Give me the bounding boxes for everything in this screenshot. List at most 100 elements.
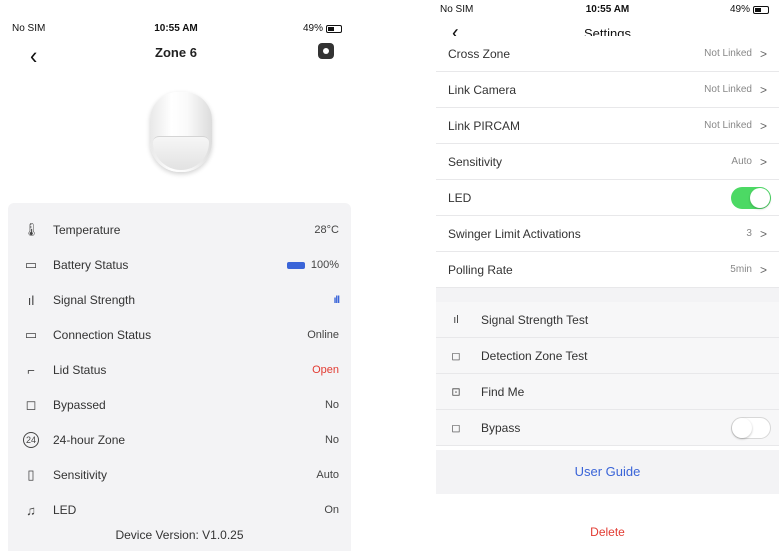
info-value: 28°C bbox=[314, 224, 339, 236]
signal-icon: ıl bbox=[27, 292, 35, 308]
setting-label: Link Camera bbox=[448, 82, 517, 97]
settings-gear-icon[interactable] bbox=[318, 43, 334, 59]
info-value: Auto bbox=[316, 469, 339, 481]
toggle-knob bbox=[750, 187, 770, 208]
setting-value: Not Linked > bbox=[704, 47, 767, 61]
monitor-icon: ▭ bbox=[24, 327, 38, 342]
bypass-icon: ◻ bbox=[451, 422, 461, 434]
setting-value-text: Not Linked bbox=[704, 84, 752, 95]
info-label: 24-hour Zone bbox=[53, 433, 126, 447]
clock-text: 10:55 AM bbox=[585, 4, 630, 15]
setting-link-pircam[interactable]: Link PIRCAM Not Linked > bbox=[436, 108, 779, 144]
section-divider bbox=[436, 288, 779, 302]
led-icon: ♫ bbox=[26, 502, 36, 518]
device-version: Device Version: V1.0.25 bbox=[115, 528, 244, 542]
clock-text: 10:55 AM bbox=[154, 23, 198, 34]
status-bar: No SIM 10:55 AM 49% bbox=[436, 0, 779, 20]
setting-value-text: Auto bbox=[731, 156, 752, 167]
signal-bars-icon: ıll bbox=[333, 294, 340, 306]
tool-bypass: ◻ Bypass bbox=[436, 410, 779, 446]
setting-label: Link PIRCAM bbox=[448, 118, 521, 133]
user-guide-link[interactable]: User Guide bbox=[436, 450, 779, 494]
info-label: Sensitivity bbox=[53, 468, 108, 482]
signal-bars: ıll bbox=[333, 294, 340, 306]
bypass-toggle[interactable] bbox=[731, 416, 771, 439]
setting-value: Not Linked > bbox=[704, 119, 767, 133]
motion-sensor-image bbox=[150, 92, 212, 174]
lid-icon: ⌐ bbox=[27, 362, 35, 378]
chevron-right-icon: > bbox=[759, 118, 767, 133]
info-row-battery: ▭ Battery Status 100% bbox=[8, 248, 351, 282]
battery-level-bar bbox=[286, 261, 305, 269]
setting-swinger-limit[interactable]: Swinger Limit Activations 3 > bbox=[436, 216, 779, 252]
setting-polling-rate[interactable]: Polling Rate 5min > bbox=[436, 252, 779, 288]
battery-percent: 49% bbox=[729, 4, 750, 15]
thermometer-icon: 🌡 bbox=[23, 222, 40, 237]
info-label: Bypassed bbox=[53, 398, 106, 412]
tool-label: Detection Zone Test bbox=[481, 348, 588, 363]
tool-signal-strength-test[interactable]: ıl Signal Strength Test bbox=[436, 302, 779, 338]
setting-value-text: Not Linked bbox=[704, 48, 752, 59]
tool-detection-zone-test[interactable]: ◻ Detection Zone Test bbox=[436, 338, 779, 374]
bypass-icon: ◻ bbox=[25, 397, 37, 412]
info-label: Signal Strength bbox=[53, 293, 136, 307]
setting-value-text: Not Linked bbox=[704, 120, 752, 131]
info-row-bypassed: ◻ Bypassed No bbox=[8, 388, 351, 422]
setting-label: Swinger Limit Activations bbox=[448, 226, 581, 241]
chevron-right-icon: > bbox=[759, 46, 767, 61]
setting-value: Not Linked > bbox=[704, 83, 767, 97]
status-bar: No SIM 10:55 AM 49% bbox=[0, 0, 352, 34]
setting-value-text: 5min bbox=[730, 264, 752, 275]
sensitivity-icon: ▯ bbox=[27, 467, 35, 482]
tool-label: Signal Strength Test bbox=[481, 312, 589, 327]
find-me-icon: ⊡ bbox=[451, 386, 461, 398]
info-label: Temperature bbox=[53, 223, 121, 237]
info-row-connection: ▭ Connection Status Online bbox=[8, 318, 351, 352]
info-row-24-hour: 24 24-hour Zone No bbox=[8, 423, 351, 457]
tool-label: Find Me bbox=[481, 384, 525, 399]
info-value-alert: Open bbox=[312, 364, 339, 376]
toggle-knob bbox=[732, 417, 752, 438]
battery-indicator: 49% bbox=[303, 23, 342, 34]
setting-link-camera[interactable]: Link Camera Not Linked > bbox=[436, 72, 779, 108]
info-label: Connection Status bbox=[53, 328, 152, 342]
chevron-right-icon: > bbox=[759, 262, 767, 277]
info-label: LED bbox=[53, 503, 77, 517]
setting-cross-zone[interactable]: Cross Zone Not Linked > bbox=[436, 36, 779, 72]
info-value-battery: 100% bbox=[286, 259, 339, 271]
info-row-temperature: 🌡 Temperature 28°C bbox=[8, 213, 351, 247]
info-label: Battery Status bbox=[53, 258, 129, 272]
info-row-sensitivity: ▯ Sensitivity Auto bbox=[8, 458, 351, 492]
tool-find-me[interactable]: ⊡ Find Me bbox=[436, 374, 779, 410]
setting-label: Polling Rate bbox=[448, 262, 513, 277]
chevron-right-icon: > bbox=[759, 82, 767, 97]
battery-level-text: 100% bbox=[310, 259, 339, 271]
info-row-lid: ⌐ Lid Status Open bbox=[8, 353, 351, 387]
battery-percent: 49% bbox=[302, 23, 323, 34]
nav-bar: ‹ Zone 6 bbox=[0, 38, 352, 69]
info-row-led: ♫ LED On bbox=[8, 493, 351, 527]
setting-label: LED bbox=[448, 190, 472, 205]
page-title: Zone 6 bbox=[155, 45, 197, 60]
setting-sensitivity[interactable]: Sensitivity Auto > bbox=[436, 144, 779, 180]
setting-label: Cross Zone bbox=[448, 46, 511, 61]
info-value: No bbox=[324, 434, 339, 446]
info-row-signal: ıl Signal Strength ıll bbox=[8, 283, 351, 317]
device-detail-screen: No SIM 10:55 AM 49% ‹ Zone 6 🌡 Temperatu… bbox=[0, 0, 352, 551]
battery-indicator: 49% bbox=[730, 4, 769, 15]
detection-zone-icon: ◻ bbox=[451, 350, 461, 362]
settings-screen: No SIM 10:55 AM 49% ‹ Settings Cross Zon… bbox=[436, 0, 779, 551]
setting-value-text: 3 bbox=[746, 228, 752, 239]
info-value: No bbox=[324, 399, 339, 411]
delete-button[interactable]: Delete bbox=[436, 514, 779, 550]
info-value: On bbox=[324, 504, 339, 516]
setting-value: Auto > bbox=[731, 155, 767, 169]
info-label: Lid Status bbox=[53, 363, 107, 377]
chevron-right-icon: > bbox=[759, 154, 767, 169]
device-info-panel: 🌡 Temperature 28°C ▭ Battery Status 100%… bbox=[8, 203, 351, 551]
battery-icon bbox=[326, 24, 342, 33]
battery-outline-icon: ▭ bbox=[24, 257, 38, 272]
clock-24-icon: 24 bbox=[23, 432, 39, 448]
led-toggle[interactable] bbox=[731, 186, 771, 209]
setting-value: 5min > bbox=[730, 263, 767, 277]
